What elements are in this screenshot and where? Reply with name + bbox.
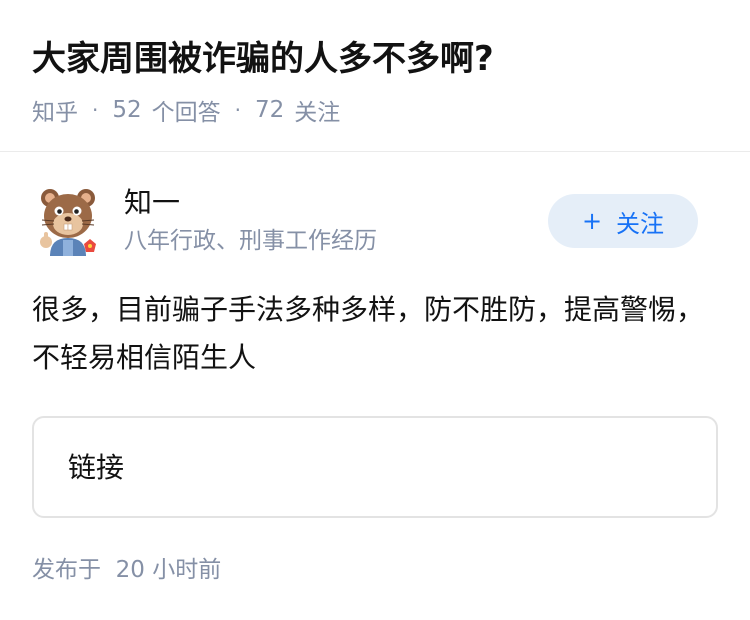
answer-count: 52 <box>112 97 142 123</box>
plus-icon: + <box>581 207 603 235</box>
follow-count: 72 <box>255 97 285 123</box>
meta-separator: · <box>92 98 99 122</box>
answer-content: 很多，目前骗子手法多种多样，防不胜防，提高警惕，不轻易相信陌生人 <box>32 293 705 374</box>
author-bio: 八年行政、刑事工作经历 <box>124 228 377 254</box>
follow-count-label: 关注 <box>294 100 341 126</box>
cartoon-hamster-avatar-icon[interactable] <box>32 184 104 256</box>
link-card-label: 链接 <box>68 451 125 484</box>
follow-button-label: 关注 <box>616 209 665 238</box>
meta-separator: · <box>234 98 241 122</box>
link-card[interactable]: 链接 <box>32 416 718 518</box>
author-name[interactable]: 知一 <box>124 184 180 222</box>
source-label[interactable]: 知乎 <box>32 93 78 127</box>
question-title[interactable]: 大家周围被诈骗的人多不多啊? <box>32 37 494 81</box>
question-meta: 知乎 · 52 个回答 · 72 关注 <box>32 93 341 127</box>
publish-time: 发布于 20 小时前 <box>32 557 222 583</box>
author-info: 知一 八年行政、刑事工作经历 + 关注 <box>32 184 718 260</box>
question-header: 大家周围被诈骗的人多不多啊? 知乎 · 52 个回答 · 72 关注 <box>0 0 750 152</box>
answer-count-label: 个回答 <box>151 100 221 126</box>
follow-button[interactable]: + 关注 <box>548 194 698 248</box>
